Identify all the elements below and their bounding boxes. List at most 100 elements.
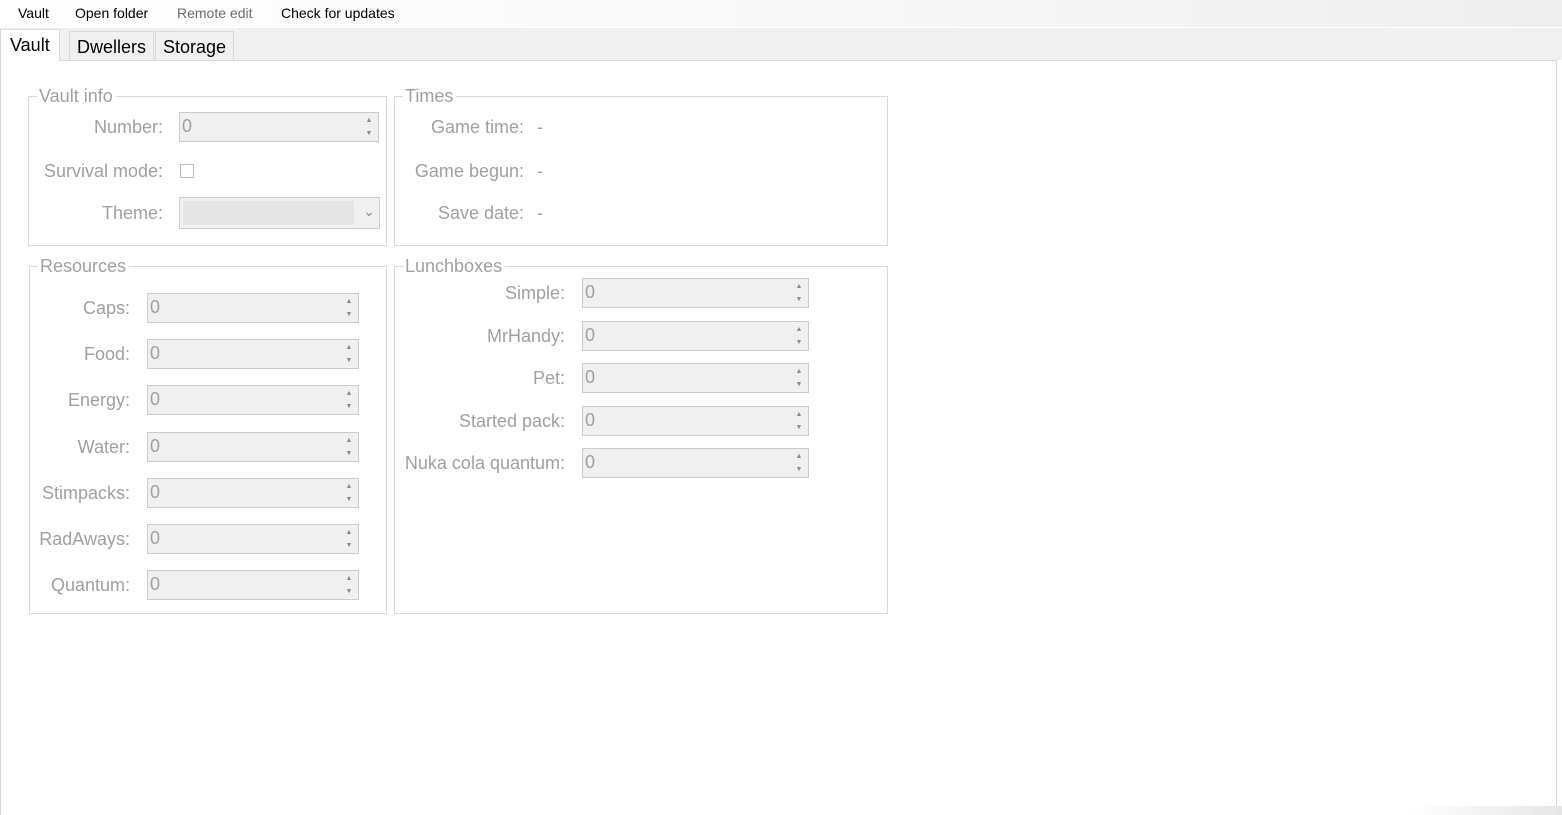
- number-label: Number:: [93, 117, 163, 137]
- spin-down-arrow-icon[interactable]: ▼: [341, 400, 357, 413]
- resource-field-value: 0: [150, 343, 161, 364]
- spin-down-arrow-icon[interactable]: ▼: [791, 463, 807, 476]
- spin-buttons: ▲ ▼: [341, 480, 357, 506]
- lunchboxes-group: Lunchboxes: [394, 256, 888, 614]
- resource-field-value: 0: [150, 481, 161, 502]
- spin-up-arrow-icon[interactable]: ▲: [341, 434, 357, 447]
- status-bar-edge: [1410, 806, 1562, 815]
- lunchbox-field-value: 0: [585, 409, 596, 430]
- survival-mode-checkbox[interactable]: [180, 164, 194, 178]
- game-time-label: Game time:: [430, 117, 524, 137]
- lunchbox-field-spinner[interactable]: 0 ▲ ▼: [582, 320, 809, 351]
- game-begun-value: -: [537, 161, 543, 181]
- lunchbox-field-label: Simple:: [504, 283, 565, 303]
- spin-up-arrow-icon[interactable]: ▲: [341, 295, 357, 308]
- spin-up-arrow-icon[interactable]: ▲: [341, 387, 357, 400]
- lunchbox-field-spinner[interactable]: 0 ▲ ▼: [582, 405, 809, 436]
- spin-down-arrow-icon[interactable]: ▼: [341, 308, 357, 321]
- resource-field-value: 0: [150, 297, 161, 317]
- resources-title: Resources: [38, 256, 130, 277]
- spin-up-arrow-icon[interactable]: ▲: [791, 408, 807, 421]
- tab-strip: [0, 28, 1562, 60]
- menu-vault[interactable]: Vault: [18, 5, 49, 21]
- spin-buttons: ▲ ▼: [341, 341, 357, 367]
- spin-down-arrow-icon[interactable]: ▼: [341, 354, 357, 367]
- lunchbox-field-value: 0: [585, 452, 596, 472]
- lunchbox-field-spinner[interactable]: 0 ▲ ▼: [582, 278, 809, 308]
- lunchbox-field-label: Nuka cola quantum:: [404, 453, 565, 473]
- spin-up-arrow-icon[interactable]: ▲: [791, 280, 807, 293]
- spin-buttons: ▲ ▼: [791, 280, 807, 306]
- resource-field-label: Energy:: [67, 390, 130, 411]
- save-date-value: -: [537, 203, 543, 223]
- save-date-label: Save date:: [437, 203, 524, 223]
- resource-field-value: 0: [150, 435, 161, 456]
- menu-bar: Vault Open folder Remote edit Check for …: [0, 0, 1562, 27]
- spin-up-arrow-icon[interactable]: ▲: [791, 450, 807, 463]
- spin-up-arrow-icon[interactable]: ▲: [361, 114, 377, 127]
- spin-up-arrow-icon[interactable]: ▲: [341, 526, 357, 539]
- spin-down-arrow-icon[interactable]: ▼: [341, 447, 357, 460]
- menu-remote-edit[interactable]: Remote edit: [177, 5, 252, 21]
- number-value: 0: [182, 116, 193, 136]
- spin-up-arrow-icon[interactable]: ▲: [791, 323, 807, 336]
- resource-field-spinner[interactable]: 0 ▲ ▼: [147, 339, 359, 370]
- spin-down-arrow-icon[interactable]: ▼: [341, 539, 357, 552]
- spin-down-arrow-icon[interactable]: ▼: [791, 293, 807, 306]
- spin-down-arrow-icon[interactable]: ▼: [791, 378, 807, 391]
- spin-buttons: ▲ ▼: [341, 526, 357, 552]
- resource-field-label: Stimpacks:: [41, 482, 130, 503]
- spin-down-arrow-icon[interactable]: ▼: [341, 493, 357, 506]
- resource-field-label: Caps:: [82, 298, 130, 318]
- spin-buttons: ▲ ▼: [341, 572, 357, 598]
- lunchboxes-title: Lunchboxes: [403, 256, 506, 277]
- spin-buttons: ▲ ▼: [341, 434, 357, 460]
- lunchbox-field-value: 0: [585, 282, 596, 302]
- survival-mode-label: Survival mode:: [43, 161, 163, 181]
- lunchbox-field-label: Started pack:: [458, 410, 565, 431]
- lunchbox-field-label: MrHandy:: [486, 325, 565, 346]
- tab-storage[interactable]: Storage: [155, 31, 235, 60]
- chevron-down-icon: ⌄: [363, 203, 375, 219]
- vault-info-title: Vault info: [37, 86, 116, 107]
- lunchbox-field-spinner[interactable]: 0 ▲ ▼: [582, 448, 809, 478]
- spin-up-arrow-icon[interactable]: ▲: [341, 480, 357, 493]
- resource-field-spinner[interactable]: 0 ▲ ▼: [147, 431, 359, 462]
- spin-up-arrow-icon[interactable]: ▲: [791, 365, 807, 378]
- spin-buttons: ▲ ▼: [341, 387, 357, 413]
- spin-buttons: ▲ ▼: [341, 295, 357, 321]
- menu-open-folder[interactable]: Open folder: [75, 5, 148, 21]
- resource-field-label: RadAways:: [39, 529, 130, 549]
- resource-field-spinner[interactable]: 0 ▲ ▼: [147, 477, 359, 508]
- theme-select[interactable]: ⌄: [179, 197, 380, 229]
- lunchbox-field-spinner[interactable]: 0 ▲ ▼: [582, 363, 809, 393]
- spin-down-arrow-icon[interactable]: ▼: [791, 421, 807, 434]
- game-time-value: -: [537, 117, 543, 137]
- spin-up-arrow-icon[interactable]: ▲: [341, 572, 357, 585]
- spin-down-arrow-icon[interactable]: ▼: [791, 336, 807, 349]
- resource-field-value: 0: [150, 528, 161, 548]
- resource-field-spinner[interactable]: 0 ▲ ▼: [147, 385, 359, 416]
- tab-dwellers[interactable]: Dwellers: [69, 31, 155, 60]
- resource-field-value: 0: [150, 389, 161, 410]
- times-title: Times: [403, 86, 457, 107]
- resource-field-spinner[interactable]: 0 ▲ ▼: [147, 293, 359, 323]
- number-spinner[interactable]: 0 ▲ ▼: [179, 112, 379, 142]
- menu-check-for-updates[interactable]: Check for updates: [281, 5, 395, 21]
- theme-value: [183, 201, 354, 225]
- theme-label: Theme:: [101, 203, 163, 223]
- number-spin-buttons: ▲ ▼: [361, 114, 377, 140]
- spin-down-arrow-icon[interactable]: ▼: [361, 127, 377, 140]
- resource-field-spinner[interactable]: 0 ▲ ▼: [147, 570, 359, 601]
- spin-up-arrow-icon[interactable]: ▲: [341, 341, 357, 354]
- resource-field-label: Quantum:: [50, 575, 130, 596]
- spin-buttons: ▲ ▼: [791, 323, 807, 349]
- tab-vault[interactable]: Vault: [0, 29, 60, 61]
- spin-buttons: ▲ ▼: [791, 365, 807, 391]
- spin-buttons: ▲ ▼: [791, 408, 807, 434]
- resource-field-label: Food:: [83, 344, 130, 365]
- resource-field-value: 0: [150, 574, 161, 595]
- resource-field-spinner[interactable]: 0 ▲ ▼: [147, 524, 359, 554]
- resource-field-label: Water:: [77, 436, 130, 457]
- spin-down-arrow-icon[interactable]: ▼: [341, 585, 357, 598]
